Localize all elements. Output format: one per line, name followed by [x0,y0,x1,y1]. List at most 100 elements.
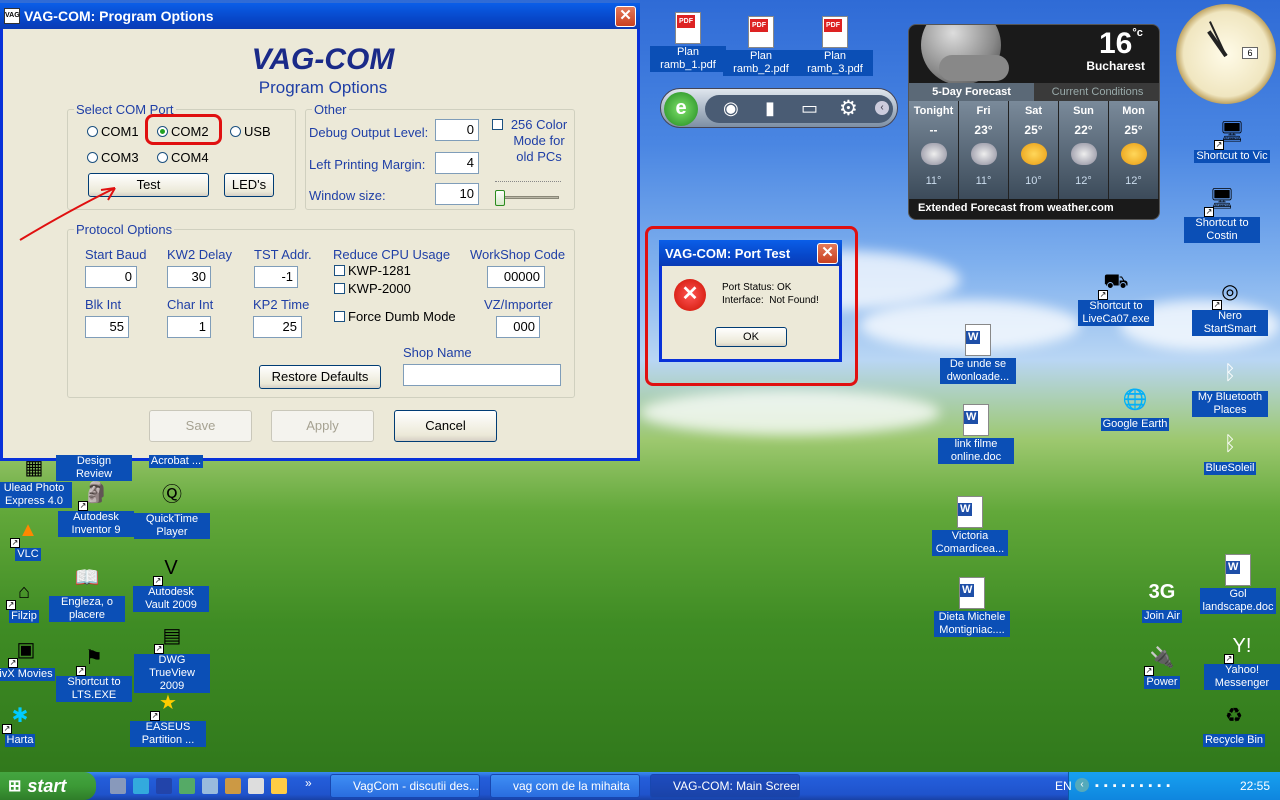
desktop-icon-liveca[interactable]: ⛟ ↗ Shortcut to LiveCa07.exe [1078,266,1154,326]
quicklaunch-icon-5[interactable] [202,778,218,794]
quicklaunch-icon-1[interactable] [110,778,126,794]
desktop-icon-inventor[interactable]: 🗿 ↗ Autodesk Inventor 9 [58,477,134,537]
desktop-icon-ivx[interactable]: ▣ ↗ ivX Movies [0,634,64,681]
quicklaunch-ie-icon[interactable] [133,778,149,794]
window-size-slider[interactable] [495,181,561,206]
quicklaunch-icon-4[interactable] [179,778,195,794]
desktop-icon-acrobat[interactable]: Acrobat ... [138,455,214,468]
desktop-icon-vic[interactable]: 🖥 ↗ Shortcut to Vic [1190,116,1274,163]
dialog-titlebar[interactable]: VAG-COM: Port Test ✕ [659,240,842,266]
vz-importer-input[interactable]: 000 [496,316,540,338]
radio-usb[interactable]: USB [230,124,271,139]
start-baud-input[interactable]: 0 [85,266,137,288]
flag-icon: ⚑ ↗ [76,646,103,676]
globe-icon[interactable]: ◉ [723,98,739,119]
weather-gadget[interactable]: 16°c Bucharest 5-Day Forecast Current Co… [908,24,1160,220]
quicklaunch-icon-8[interactable] [271,778,287,794]
desktop-icon-gol[interactable]: Gol landscape.doc [1200,554,1276,614]
workshop-input[interactable]: 00000 [487,266,545,288]
leds-button[interactable]: LED's [224,173,274,197]
desktop-icon-googleearth[interactable]: 🌐 Google Earth [1097,384,1173,431]
color-mode-checkbox[interactable]: 256 Color Mode for old PCs [492,117,572,165]
weather-day-low: 11° [975,175,992,187]
weather-day-0: Tonight -- 11° [909,101,959,199]
start-button[interactable]: ⊞ start [0,772,96,800]
desktop-icon-engleza[interactable]: 📖 Engleza, o placere [49,562,125,622]
chevron-left-icon[interactable]: ‹ [875,101,889,115]
quicklaunch-word-icon[interactable] [156,778,172,794]
dialog-close-button[interactable]: ✕ [817,243,838,264]
desktop-icon-dwg[interactable]: ▤ ↗ DWG TrueView 2009 [134,620,210,693]
taskbar-item-vag-folder[interactable]: vag com de la mihaita [490,774,640,798]
shop-name-input[interactable] [403,364,561,386]
desktop-icon-recycle[interactable]: ♻ Recycle Bin [1196,700,1272,747]
apply-button[interactable]: Apply [271,410,374,442]
tst-addr-input[interactable]: -1 [254,266,298,288]
kp2-time-input[interactable]: 25 [253,316,302,338]
tab-5-day-forecast[interactable]: 5-Day Forecast [909,83,1034,101]
desktop-icon-costin[interactable]: 🖥 ↗ Shortcut to Costin [1184,183,1260,243]
weather-day-low: 10° [1025,175,1042,187]
char-int-input[interactable]: 1 [167,316,211,338]
desktop-icon-nero[interactable]: ◎ ↗ Nero StartSmart [1192,276,1268,336]
desktop-icon-yahoo[interactable]: Y! ↗ Yahoo! Messenger [1204,630,1280,690]
radio-com1[interactable]: COM1 [87,124,139,139]
slider-thumb[interactable] [495,190,505,206]
desktop-icon-joinair[interactable]: 3G Join Air [1124,576,1200,623]
desktop-icon-vault[interactable]: V ↗ Autodesk Vault 2009 [133,552,209,612]
gear-icon[interactable]: ⚙ [839,96,858,121]
desktop-icon-deunde[interactable]: De unde se dwonloade... [940,324,1016,384]
quicklaunch-expand-icon[interactable]: » [305,776,312,790]
debug-input[interactable]: 0 [435,119,479,141]
desktop-icon-lts[interactable]: ⚑ ↗ Shortcut to LTS.EXE [56,642,132,702]
desktop-icon-plan3[interactable]: Plan ramb_3.pdf [797,16,873,76]
save-button[interactable]: Save [149,410,252,442]
taskbar-item-vagcom-main[interactable]: VAG-COM: Main Screen [650,774,800,798]
cancel-button[interactable]: Cancel [394,410,497,442]
desktop-icon-harta[interactable]: ✱ ↗ Harta [0,700,58,747]
radio-icon[interactable]: ▭ [801,98,818,119]
quicklaunch-icon-6[interactable] [225,778,241,794]
radio-com3[interactable]: COM3 [87,150,139,165]
radio-com4[interactable]: COM4 [157,150,209,165]
desktop-icon-dieta[interactable]: Dieta Michele Montigniac.... [934,577,1010,637]
clock-gadget[interactable]: 6 [1176,4,1276,104]
clock-time[interactable]: 22:55 [1240,779,1270,793]
joinair-icon: 3G [1148,580,1176,603]
taskbar-item-vagcom-forum[interactable]: VagCom - discutii des... [330,774,480,798]
word-doc-icon [959,577,985,609]
margin-input[interactable]: 4 [435,152,479,174]
quicklaunch-icon-7[interactable] [248,778,264,794]
restore-defaults-button[interactable]: Restore Defaults [259,365,381,389]
ie-icon[interactable]: e [664,92,698,126]
desktop-icon-easeus[interactable]: ★ ↗ EASEUS Partition ... [130,687,206,747]
window-titlebar[interactable]: VAG VAG-COM: Program Options ✕ [0,3,640,29]
weather-day-1: Fri 23° 11° [959,101,1009,199]
desktop-icon-quicktime[interactable]: Ⓠ QuickTime Player [134,479,210,539]
battery-icon[interactable]: ▮ [765,98,775,119]
desktop-icon-victoria[interactable]: Victoria Comardicea... [932,496,1008,556]
tray-expand-icon[interactable]: ‹ [1075,778,1089,792]
desktop-icon-bluesoleil[interactable]: ᛒ BlueSoleil [1192,428,1268,475]
force-dumb-checkbox[interactable]: Force Dumb Mode [334,309,456,324]
tab-current-conditions[interactable]: Current Conditions [1034,83,1159,101]
dialog-ok-button[interactable]: OK [715,327,787,347]
desktop-icon-power[interactable]: 🔌 ↗ Power [1124,642,1200,689]
language-indicator[interactable]: EN [1055,779,1072,793]
close-button[interactable]: ✕ [615,6,636,27]
weather-footer[interactable]: Extended Forecast from weather.com [918,202,1114,214]
desktop-icon-bluetooth[interactable]: ᛒ My Bluetooth Places [1192,357,1268,417]
desktop-icon-plan2[interactable]: Plan ramb_2.pdf [723,16,799,76]
desktop-icon-linkfilme[interactable]: link filme online.doc [938,404,1014,464]
liveca-icon: ⛟ ↗ [1098,270,1129,300]
tray-icons[interactable]: ▪▪▪▪▪▪▪▪▪ [1095,780,1175,792]
kwp1281-checkbox[interactable]: KWP-1281 [334,263,411,278]
desktop-icon-vlc[interactable]: ▲ ↗ VLC [0,514,66,561]
window-size-input[interactable]: 10 [435,183,479,205]
kw2-delay-input[interactable]: 30 [167,266,211,288]
kwp2000-checkbox[interactable]: KWP-2000 [334,281,411,296]
sidebar-toolbar[interactable]: e ◉ ▮ ▭ ⚙ ‹ [660,88,898,128]
highlight-com2 [145,114,222,145]
desktop-icon-plan1[interactable]: Plan ramb_1.pdf [650,12,726,72]
blk-int-input[interactable]: 55 [85,316,129,338]
